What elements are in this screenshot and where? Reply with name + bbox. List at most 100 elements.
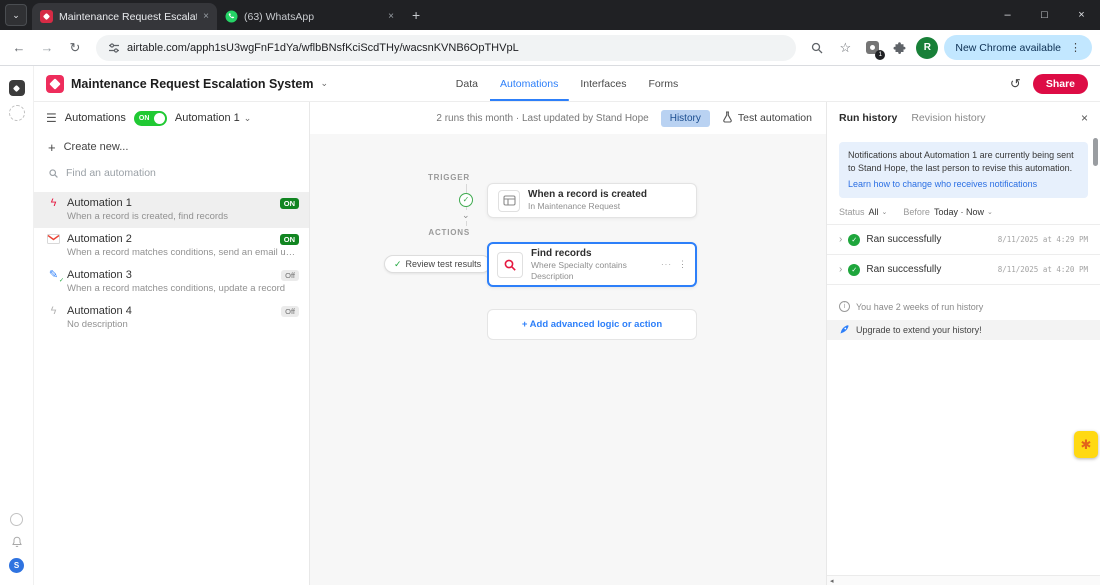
close-panel-icon[interactable]: × — [1081, 111, 1088, 125]
back-button[interactable]: ← — [8, 37, 30, 59]
notification-text: Notifications about Automation 1 are cur… — [848, 150, 1074, 173]
chevron-down-icon[interactable]: ⌄ — [320, 78, 328, 89]
chevron-down-icon: ⌄ — [882, 208, 888, 216]
url-bar[interactable]: airtable.com/apph1sU3wgFnF1dYa/wflbBNsfK… — [96, 35, 796, 61]
card-menu-icon[interactable]: ··· — [661, 260, 672, 269]
history-button[interactable]: History — [661, 110, 710, 127]
rail-logo-icon[interactable] — [9, 80, 25, 96]
toggle-knob — [154, 113, 165, 124]
menu-icon[interactable]: ☰ — [46, 111, 57, 125]
toggle-label: ON — [139, 115, 150, 122]
header-nav: Data Automations Interfaces Forms — [446, 66, 688, 101]
gmail-icon — [46, 234, 61, 244]
vertical-scrollbar[interactable] — [1092, 136, 1099, 575]
find-records-card[interactable]: Find records Where Specialty contains De… — [487, 242, 697, 287]
list-item-automation-2[interactable]: Automation 2 ON When a record matches co… — [34, 228, 309, 264]
base-title[interactable]: Maintenance Request Escalation System — [71, 77, 313, 91]
scrollbar-thumb[interactable] — [1093, 138, 1098, 166]
airtable-logo[interactable] — [46, 75, 64, 93]
dashed-circle-icon[interactable] — [9, 105, 25, 121]
bell-icon[interactable] — [11, 536, 23, 548]
check-icon: ✓ — [394, 259, 402, 270]
forward-button[interactable]: → — [36, 37, 58, 59]
trigger-card[interactable]: When a record is created In Maintenance … — [487, 183, 697, 218]
tab-forms[interactable]: Forms — [638, 66, 688, 101]
browser-tab-whatsapp[interactable]: (63) WhatsApp × — [217, 3, 402, 30]
extensions-puzzle-icon[interactable] — [888, 37, 910, 59]
tab-revision-history[interactable]: Revision history — [911, 112, 985, 124]
run-timestamp: 8/11/2025 at 4:20 PM — [998, 265, 1088, 274]
before-filter-dropdown[interactable]: Today · Now ⌄ — [934, 207, 993, 217]
list-item-automation-1[interactable]: ϟ Automation 1 ON When a record is creat… — [34, 192, 309, 228]
status-badge: Off — [281, 270, 299, 281]
add-action-button[interactable]: + Add advanced logic or action — [487, 309, 697, 340]
automations-label: Automations — [65, 112, 126, 124]
action-card-subtitle: Description — [531, 271, 627, 282]
tab-data[interactable]: Data — [446, 66, 488, 101]
trigger-card-title: When a record is created — [528, 188, 647, 201]
update-record-icon: ✎ ✓ — [46, 270, 61, 281]
upgrade-banner[interactable]: Upgrade to extend your history! — [827, 320, 1100, 340]
upgrade-label: Upgrade to extend your history! — [856, 325, 982, 335]
list-item-automation-3[interactable]: ✎ ✓ Automation 3 Off When a record match… — [34, 264, 309, 300]
status-badge: ON — [280, 234, 299, 245]
run-row[interactable]: › ✓ Ran successfully 8/11/2025 at 4:29 P… — [827, 225, 1100, 255]
before-filter-label: Before — [903, 207, 930, 217]
list-item-automation-4[interactable]: ϟ Automation 4 Off No description — [34, 300, 309, 336]
current-automation-dropdown[interactable]: Automation 1 ⌄ — [175, 112, 251, 124]
tab-automations[interactable]: Automations — [490, 66, 568, 101]
automation-bolt-icon: ϟ — [46, 198, 61, 209]
close-window-button[interactable]: × — [1063, 0, 1100, 30]
test-automation-label: Test automation — [738, 112, 812, 124]
chrome-update-button[interactable]: New Chrome available ⋮ — [944, 35, 1092, 60]
review-test-results-pill[interactable]: ✓ Review test results — [384, 255, 491, 273]
tab-close-icon[interactable]: × — [203, 11, 209, 22]
automations-sidebar: ☰ Automations ON Automation 1 ⌄ + Create… — [34, 102, 310, 585]
chevron-down-icon: ⌄ — [12, 10, 20, 21]
floating-extension-button[interactable]: ✱ — [1074, 431, 1098, 458]
zoom-search-icon[interactable] — [806, 37, 828, 59]
extension-badge: 1 — [875, 50, 885, 60]
tab-search-button[interactable]: ⌄ — [5, 4, 27, 26]
profile-avatar[interactable]: R — [916, 37, 938, 59]
reload-button[interactable]: ↻ — [64, 37, 86, 59]
expand-run-icon[interactable]: › — [839, 234, 842, 245]
find-automation-input[interactable] — [66, 167, 295, 179]
bolt-glyph: ϟ — [51, 306, 57, 317]
notification-link[interactable]: Learn how to change who receives notific… — [848, 178, 1079, 191]
tab-title: Maintenance Request Escalation System — [59, 11, 197, 23]
tab-run-history[interactable]: Run history — [839, 112, 897, 124]
runs-summary: 2 runs this month · Last updated by Stan… — [436, 113, 648, 124]
run-timestamp: 8/11/2025 at 4:29 PM — [998, 235, 1088, 244]
horizontal-scrollbar[interactable]: ◂ — [827, 575, 1100, 585]
automation-description: No description — [67, 319, 299, 330]
base-history-icon[interactable]: ↺ — [1010, 76, 1021, 92]
chrome-menu-icon[interactable]: ⋮ — [1070, 41, 1081, 54]
automation-search[interactable] — [34, 160, 309, 186]
scroll-left-icon[interactable]: ◂ — [827, 577, 834, 585]
run-list: › ✓ Ran successfully 8/11/2025 at 4:29 P… — [827, 224, 1100, 285]
bookmark-star-icon[interactable]: ☆ — [834, 37, 856, 59]
find-records-icon — [497, 252, 523, 278]
maximize-button[interactable]: □ — [1026, 0, 1063, 30]
check-overlay-icon: ✓ — [59, 278, 64, 284]
new-tab-button[interactable]: + — [412, 7, 420, 23]
card-kebab-icon[interactable]: ⋮ — [678, 259, 687, 270]
expand-run-icon[interactable]: › — [839, 264, 842, 275]
browser-tab-airtable[interactable]: Maintenance Request Escalation System × — [32, 3, 217, 30]
status-circle-icon[interactable] — [10, 513, 23, 526]
tab-interfaces[interactable]: Interfaces — [570, 66, 636, 101]
site-settings-icon[interactable] — [108, 42, 120, 54]
tab-close-icon[interactable]: × — [388, 11, 394, 22]
test-automation-button[interactable]: Test automation — [722, 111, 812, 126]
create-new-label: Create new... — [64, 141, 129, 153]
automation-on-toggle[interactable]: ON — [134, 111, 167, 126]
extension-button[interactable]: 1 — [862, 38, 882, 58]
minimize-button[interactable]: – — [989, 0, 1026, 30]
rail-user-avatar[interactable]: S — [9, 558, 24, 573]
share-button[interactable]: Share — [1033, 74, 1088, 94]
run-row[interactable]: › ✓ Ran successfully 8/11/2025 at 4:20 P… — [827, 255, 1100, 285]
status-filter-dropdown[interactable]: All ⌄ — [869, 207, 888, 217]
automation-name: Automation 3 — [67, 269, 132, 281]
create-new-button[interactable]: + Create new... — [34, 134, 309, 160]
